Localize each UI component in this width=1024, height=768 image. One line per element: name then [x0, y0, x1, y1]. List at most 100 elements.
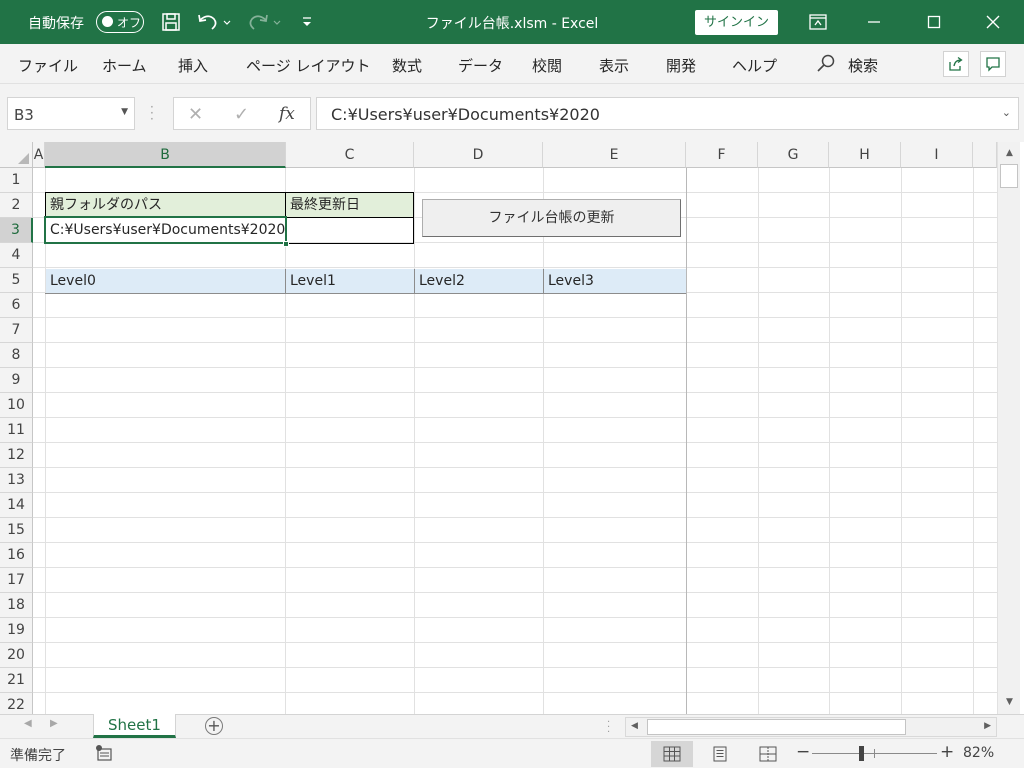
insert-function-icon[interactable]: fx	[279, 104, 295, 124]
gridline	[33, 617, 997, 618]
zoom-percent[interactable]: 82%	[963, 745, 994, 761]
column-header-i[interactable]: I	[901, 142, 973, 168]
tab-developer[interactable]: 開発	[666, 55, 696, 76]
page-break-view-icon[interactable]	[747, 741, 789, 767]
signin-button[interactable]: サインイン	[695, 10, 778, 35]
select-all-button[interactable]	[0, 142, 33, 168]
cell-e5[interactable]: Level3	[544, 269, 686, 293]
tab-review[interactable]: 校閲	[532, 55, 562, 76]
zoom-in-icon[interactable]: +	[940, 742, 954, 762]
sheet-tab-sheet1[interactable]: Sheet1	[93, 714, 176, 738]
fill-handle[interactable]	[283, 241, 289, 247]
row-header-14[interactable]: 14	[0, 493, 33, 518]
tab-data[interactable]: データ	[458, 55, 503, 76]
row-header-16[interactable]: 16	[0, 543, 33, 568]
h-scroll-thumb[interactable]	[647, 719, 906, 735]
scroll-left-icon[interactable]: ◀	[631, 721, 638, 731]
redo-icon[interactable]	[244, 8, 284, 36]
row-header-9[interactable]: 9	[0, 368, 33, 393]
name-box[interactable]: B3 ▼	[7, 97, 135, 130]
zoom-slider-thumb[interactable]	[859, 746, 864, 761]
tab-insert[interactable]: 挿入	[178, 55, 208, 76]
scroll-down-icon[interactable]: ▼	[1001, 694, 1018, 711]
scroll-up-icon[interactable]: ▲	[1001, 145, 1018, 162]
column-header-d[interactable]: D	[414, 142, 543, 168]
cancel-icon[interactable]: ✕	[188, 104, 203, 125]
comments-icon[interactable]	[980, 51, 1006, 77]
tab-home[interactable]: ホーム	[102, 55, 147, 76]
add-sheet-icon[interactable]: +	[205, 717, 223, 735]
close-icon[interactable]	[970, 0, 1016, 44]
formula-bar-splitter[interactable]: · · ·	[150, 101, 154, 125]
ribbon-display-options-icon[interactable]	[795, 0, 841, 44]
column-header-b[interactable]: B	[45, 142, 286, 168]
row-header-8[interactable]: 8	[0, 343, 33, 368]
autosave-toggle[interactable]: オフ	[96, 11, 144, 33]
tab-view[interactable]: 表示	[599, 55, 629, 76]
row-header-22[interactable]: 22	[0, 693, 33, 714]
row-header-21[interactable]: 21	[0, 668, 33, 693]
enter-icon[interactable]: ✓	[234, 104, 249, 125]
tab-splitter[interactable]: · · ·	[607, 718, 610, 738]
column-header-e[interactable]: E	[543, 142, 686, 168]
tab-file[interactable]: ファイル	[18, 55, 78, 76]
prev-sheet-icon[interactable]: ◀	[24, 718, 32, 729]
row-header-10[interactable]: 10	[0, 393, 33, 418]
row-header-4[interactable]: 4	[0, 243, 33, 268]
row-header-17[interactable]: 17	[0, 568, 33, 593]
row-header-2[interactable]: 2	[0, 193, 33, 218]
zoom-out-icon[interactable]: −	[796, 742, 810, 762]
horizontal-scrollbar[interactable]: ◀ ▶	[625, 717, 997, 737]
column-header-j[interactable]	[973, 142, 997, 168]
row-header-3[interactable]: 3	[0, 218, 33, 243]
macro-record-icon[interactable]	[95, 744, 113, 766]
page-layout-view-icon[interactable]	[699, 741, 741, 767]
column-header-h[interactable]: H	[829, 142, 901, 168]
gridline	[33, 342, 997, 343]
column-header-g[interactable]: G	[758, 142, 829, 168]
next-sheet-icon[interactable]: ▶	[50, 718, 58, 729]
row-header-13[interactable]: 13	[0, 468, 33, 493]
column-header-f[interactable]: F	[686, 142, 758, 168]
status-bar: 準備完了 − + 82%	[0, 738, 1024, 768]
cell-c5[interactable]: Level1	[286, 269, 414, 293]
worksheet-grid[interactable]: A B C D E F G H I 1 2 3 4 5 6 7 8 9 10 11 12 13 14 15 1…	[0, 142, 1024, 714]
normal-view-icon[interactable]	[651, 741, 693, 767]
cell-d5[interactable]: Level2	[415, 269, 543, 293]
tab-help[interactable]: ヘルプ	[732, 55, 777, 76]
maximize-icon[interactable]	[911, 0, 957, 44]
row-header-20[interactable]: 20	[0, 643, 33, 668]
minimize-icon[interactable]	[851, 0, 897, 44]
column-header-a[interactable]: A	[33, 142, 45, 168]
toggle-knob	[102, 16, 113, 27]
scroll-thumb[interactable]	[1000, 164, 1018, 188]
row-header-12[interactable]: 12	[0, 443, 33, 468]
update-ledger-button[interactable]: ファイル台帳の更新	[422, 199, 681, 237]
chevron-down-icon[interactable]: ▼	[121, 107, 128, 117]
vertical-scrollbar[interactable]: ▲ ▼	[997, 142, 1020, 714]
gridline	[33, 467, 997, 468]
row-header-18[interactable]: 18	[0, 593, 33, 618]
share-icon[interactable]	[943, 51, 969, 77]
cell-border	[45, 293, 686, 294]
gridline	[33, 592, 997, 593]
tab-page-layout[interactable]: ページ レイアウト	[246, 55, 370, 76]
row-header-7[interactable]: 7	[0, 318, 33, 343]
save-icon[interactable]	[158, 8, 184, 36]
row-header-5[interactable]: 5	[0, 268, 33, 293]
gridline	[33, 667, 997, 668]
row-header-11[interactable]: 11	[0, 418, 33, 443]
row-header-6[interactable]: 6	[0, 293, 33, 318]
search-box[interactable]: 検索	[816, 53, 878, 77]
cell-b5[interactable]: Level0	[46, 269, 285, 293]
undo-icon[interactable]	[194, 8, 234, 36]
formula-input[interactable]: C:¥Users¥user¥Documents¥2020 ⌄	[316, 97, 1019, 130]
row-header-1[interactable]: 1	[0, 168, 33, 193]
row-header-19[interactable]: 19	[0, 618, 33, 643]
column-header-c[interactable]: C	[286, 142, 414, 168]
scroll-right-icon[interactable]: ▶	[984, 721, 991, 731]
customize-toolbar-icon[interactable]	[298, 8, 316, 36]
row-header-15[interactable]: 15	[0, 518, 33, 543]
expand-formula-icon[interactable]: ⌄	[1002, 106, 1011, 119]
tab-formulas[interactable]: 数式	[392, 55, 422, 76]
